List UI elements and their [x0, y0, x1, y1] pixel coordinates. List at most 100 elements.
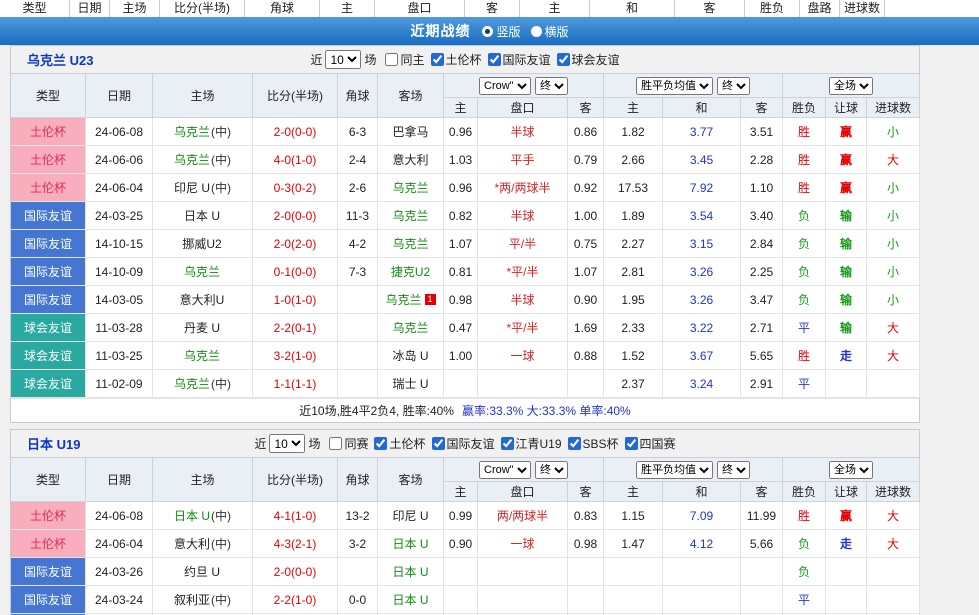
euro-away-odds: 2.25: [741, 258, 783, 286]
home-team[interactable]: 日本 U: [153, 202, 253, 230]
home-team[interactable]: 印尼 U(中): [153, 174, 253, 202]
home-team-name[interactable]: 乌克兰: [184, 263, 220, 280]
filter-checkbox[interactable]: 同主: [385, 51, 424, 68]
filter-checkbox[interactable]: SBS杯: [568, 435, 619, 452]
asian-odds-company-select[interactable]: Crow": [479, 77, 531, 95]
away-team[interactable]: 日本 U: [378, 558, 444, 586]
away-team-name[interactable]: 印尼 U: [392, 507, 428, 524]
team-section-japan-u19: 日本 U19 近 10 场 同赛土伦杯国际友谊江青U19SBS杯四国赛 类型 日…: [10, 429, 920, 615]
away-team[interactable]: 乌克兰: [378, 202, 444, 230]
filter-checkbox[interactable]: 国际友谊: [488, 51, 551, 68]
away-team[interactable]: 乌克兰: [378, 174, 444, 202]
home-team[interactable]: 挪威U2: [153, 230, 253, 258]
home-team-name[interactable]: 意大利: [174, 535, 210, 552]
asian-odds-company-select[interactable]: Crow": [479, 461, 531, 479]
filter-checkbox[interactable]: 四国赛: [625, 435, 676, 452]
home-team-name[interactable]: 乌克兰: [184, 347, 220, 364]
home-team-name[interactable]: 挪威U2: [182, 235, 221, 252]
vertical-layout-radio[interactable]: 竖版: [482, 23, 520, 40]
recent-count-select[interactable]: 10: [325, 50, 361, 69]
euro-odds-stage-select[interactable]: 终: [717, 461, 750, 479]
home-team-name[interactable]: 印尼 U: [174, 179, 210, 196]
away-team-name[interactable]: 乌克兰: [392, 235, 428, 252]
away-team-name[interactable]: 意大利: [392, 151, 428, 168]
home-team[interactable]: 叙利亚(中): [153, 586, 253, 614]
home-team[interactable]: 丹麦 U: [153, 314, 253, 342]
home-team-name[interactable]: 乌克兰: [174, 151, 210, 168]
away-team[interactable]: 日本 U: [378, 586, 444, 614]
home-team[interactable]: 乌克兰(中): [153, 146, 253, 174]
home-team[interactable]: 乌克兰(中): [153, 118, 253, 146]
home-team-name[interactable]: 日本 U: [174, 507, 210, 524]
checkbox-input[interactable]: [568, 437, 581, 450]
away-team-name[interactable]: 日本 U: [392, 591, 428, 608]
filter-checkbox[interactable]: 江青U19: [501, 435, 562, 452]
asian-home-odds: 0.96: [444, 118, 478, 146]
home-team[interactable]: 乌克兰: [153, 258, 253, 286]
checkbox-input[interactable]: [431, 53, 444, 66]
home-team-name[interactable]: 乌克兰: [174, 375, 210, 392]
checkbox-input[interactable]: [432, 437, 445, 450]
home-team-name[interactable]: 意大利U: [180, 291, 225, 308]
home-team[interactable]: 日本 U(中): [153, 502, 253, 530]
away-team-name[interactable]: 乌克兰: [385, 291, 421, 308]
filter-checkbox[interactable]: 同赛: [329, 435, 368, 452]
checkbox-input[interactable]: [385, 53, 398, 66]
away-team-name[interactable]: 冰岛 U: [392, 347, 428, 364]
away-team[interactable]: 意大利: [378, 146, 444, 174]
away-team[interactable]: 瑞士 U: [378, 370, 444, 398]
away-team[interactable]: 日本 U: [378, 530, 444, 558]
away-team[interactable]: 乌克兰: [378, 314, 444, 342]
filter-checkbox[interactable]: 土伦杯: [431, 51, 482, 68]
home-team-name[interactable]: 约旦 U: [184, 563, 220, 580]
away-team[interactable]: 乌克兰: [378, 230, 444, 258]
checkbox-input[interactable]: [557, 53, 570, 66]
away-team[interactable]: 捷克U2: [378, 258, 444, 286]
home-team[interactable]: 乌克兰(中): [153, 370, 253, 398]
checkbox-input[interactable]: [329, 437, 342, 450]
away-team[interactable]: 乌克兰1: [378, 286, 444, 314]
away-team[interactable]: 冰岛 U: [378, 342, 444, 370]
away-team-name[interactable]: 日本 U: [392, 535, 428, 552]
asian-odds-stage-select[interactable]: 终: [535, 77, 568, 95]
away-team-name[interactable]: 瑞士 U: [392, 375, 428, 392]
match-scope-select[interactable]: 全场: [829, 461, 873, 479]
home-team[interactable]: 意大利(中): [153, 530, 253, 558]
checkbox-input[interactable]: [374, 437, 387, 450]
checkbox-input[interactable]: [625, 437, 638, 450]
home-team[interactable]: 意大利U: [153, 286, 253, 314]
corner-score: 3-2: [338, 530, 378, 558]
col-result: 胜负: [783, 98, 826, 118]
horizontal-layout-radio[interactable]: 横版: [531, 23, 569, 40]
away-team-name[interactable]: 乌克兰: [392, 207, 428, 224]
recent-count-select[interactable]: 10: [269, 434, 305, 453]
filter-checkbox[interactable]: 国际友谊: [432, 435, 495, 452]
match-scope-select[interactable]: 全场: [829, 77, 873, 95]
checkbox-input[interactable]: [501, 437, 514, 450]
euro-odds-type-select[interactable]: 胜平负均值: [636, 461, 713, 479]
home-team[interactable]: 乌克兰: [153, 342, 253, 370]
home-team[interactable]: 约旦 U: [153, 558, 253, 586]
checkbox-input[interactable]: [488, 53, 501, 66]
col-type: 类型: [11, 74, 86, 118]
euro-odds-stage-select[interactable]: 终: [717, 77, 750, 95]
games-label: 场: [308, 435, 320, 452]
home-team-name[interactable]: 丹麦 U: [184, 319, 220, 336]
away-team-name[interactable]: 日本 U: [392, 563, 428, 580]
home-team-name[interactable]: 乌克兰: [174, 123, 210, 140]
filter-checkbox[interactable]: 球会友谊: [557, 51, 620, 68]
filter-checkbox[interactable]: 土伦杯: [374, 435, 425, 452]
away-team[interactable]: 巴拿马: [378, 118, 444, 146]
goals-result: 大: [867, 342, 920, 370]
euro-odds-type-select[interactable]: 胜平负均值: [636, 77, 713, 95]
away-team-name[interactable]: 捷克U2: [391, 263, 430, 280]
asian-odds-stage-select[interactable]: 终: [535, 461, 568, 479]
home-team-name[interactable]: 叙利亚: [174, 591, 210, 608]
away-team[interactable]: 印尼 U: [378, 502, 444, 530]
home-team-name[interactable]: 日本 U: [184, 207, 220, 224]
away-team-name[interactable]: 乌克兰: [392, 319, 428, 336]
euro-draw-odds: 3.24: [663, 370, 741, 398]
away-team-name[interactable]: 巴拿马: [392, 123, 428, 140]
away-team-name[interactable]: 乌克兰: [392, 179, 428, 196]
corner-score: 2-6: [338, 174, 378, 202]
